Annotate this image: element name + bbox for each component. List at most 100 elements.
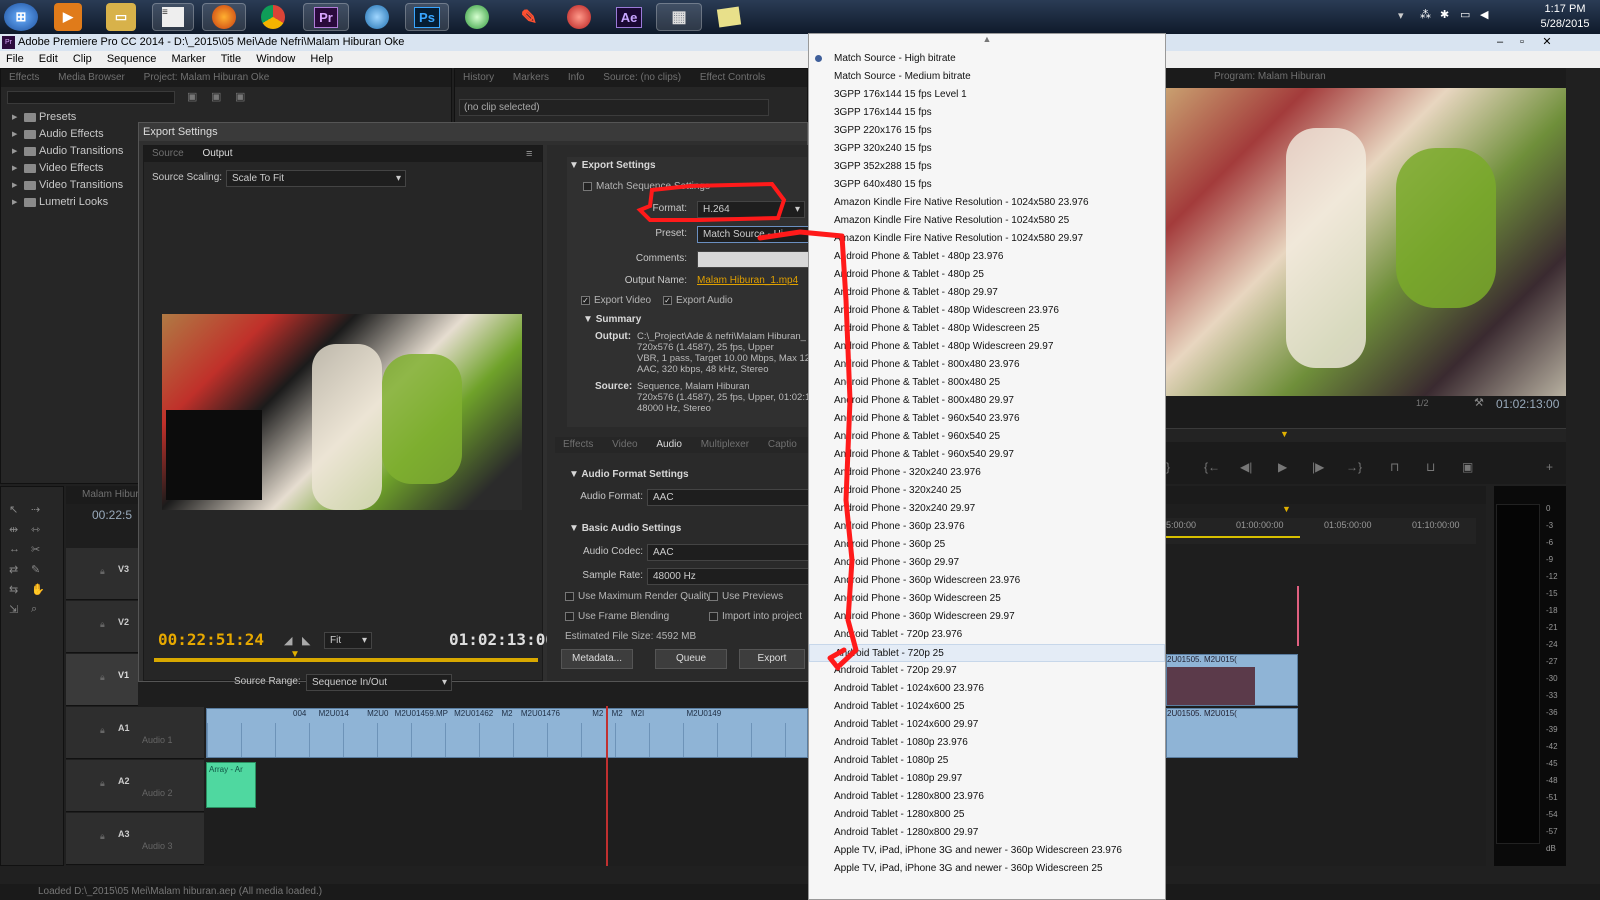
tab-media-browser[interactable]: Media Browser — [58, 72, 125, 83]
menu-sequence[interactable]: Sequence — [107, 53, 157, 65]
slide-icon[interactable]: ⇆ — [9, 583, 18, 596]
a1-right-clips[interactable]: 2U01505. M2U015( — [1166, 708, 1298, 758]
rate-stretch-icon[interactable]: ↔ — [9, 543, 20, 555]
app-red-icon[interactable]: ✎ — [512, 3, 546, 31]
a1-clip-strip[interactable]: 004 M2U014 M2U0 M2U01459.MP M2U01462 M2 … — [206, 708, 808, 758]
bluetooth-icon[interactable]: ✱ — [1440, 8, 1449, 21]
preset-option[interactable]: Android Phone - 360p Widescreen 25 — [809, 590, 1165, 608]
preset-option[interactable]: Android Tablet - 720p 29.97 — [809, 662, 1165, 680]
effects-search-input[interactable] — [7, 91, 175, 104]
track-header-v2[interactable]: 🔒︎ V2 — [66, 601, 138, 653]
preset-option[interactable]: Android Phone & Tablet - 480p 25 — [809, 266, 1165, 284]
slip-icon[interactable]: ⇄ — [9, 563, 18, 576]
track-header-a3[interactable]: 🔒︎ A3 Audio 3 — [66, 813, 204, 865]
fit-select[interactable]: Fit ▾ — [324, 632, 372, 649]
menu-file[interactable]: File — [6, 53, 24, 65]
tab-project[interactable]: Project: Malam Hiburan Oke — [144, 72, 270, 83]
explorer-icon[interactable]: ▭ — [106, 3, 136, 31]
comments-input[interactable] — [697, 251, 809, 268]
lock-icon[interactable]: 🔒︎ — [100, 566, 105, 577]
source-range-select[interactable]: Sequence In/Out ▾ — [306, 674, 452, 691]
monitor-icon[interactable]: ▭ — [1460, 8, 1470, 21]
tab-captions-settings[interactable]: Captio — [768, 439, 797, 450]
network-icon[interactable]: ⁂ — [1420, 8, 1431, 21]
preset-select[interactable]: Match Source - Hi — [697, 226, 809, 243]
preset-option[interactable]: Android Tablet - 1280x800 25 — [809, 806, 1165, 824]
mark-in-icon[interactable]: ◢ — [284, 634, 292, 647]
step-back-icon[interactable]: ◀| — [1240, 460, 1252, 474]
audio-codec-select[interactable]: AAC — [647, 544, 809, 561]
start-orb-icon[interactable]: ⊞ — [4, 3, 38, 31]
preset-option[interactable]: Android Tablet - 1024x600 29.97 — [809, 716, 1165, 734]
a2-audio-clip[interactable]: Array - Ar — [206, 762, 256, 808]
preset-option[interactable]: Android Phone - 320x240 25 — [809, 482, 1165, 500]
export-video-checkbox[interactable]: ✓ Export Video — [581, 295, 651, 306]
tab-markers[interactable]: Markers — [513, 72, 549, 83]
track-header-v3[interactable]: 🔒︎ V3 — [66, 548, 138, 600]
preset-option[interactable]: Android Tablet - 1080p 29.97 — [809, 770, 1165, 788]
preset-option[interactable]: Android Phone - 360p Widescreen 29.97 — [809, 608, 1165, 626]
preset-option[interactable]: Android Tablet - 1024x600 23.976 — [809, 680, 1165, 698]
menu-edit[interactable]: Edit — [39, 53, 58, 65]
source-scaling-select[interactable]: Scale To Fit ▾ — [226, 170, 406, 187]
use-previews-checkbox[interactable]: Use Previews — [709, 591, 783, 602]
preset-option[interactable]: Android Phone & Tablet - 960x540 23.976 — [809, 410, 1165, 428]
preset-option[interactable]: Android Phone & Tablet - 480p Widescreen… — [809, 302, 1165, 320]
preset-option[interactable]: 3GPP 640x480 15 fps — [809, 176, 1165, 194]
playhead-icon[interactable]: ▼ — [1280, 429, 1289, 439]
rolling-edit-icon[interactable]: ⇿ — [31, 523, 40, 536]
lock-icon[interactable]: 🔒︎ — [100, 778, 105, 789]
play-icon[interactable]: ▶ — [1278, 460, 1287, 474]
zoom-icon[interactable]: ⌕ — [31, 603, 37, 616]
minimize-button[interactable]: – — [1490, 34, 1510, 51]
tab-video-settings[interactable]: Video — [612, 439, 637, 450]
preset-option[interactable]: Android Phone - 360p 23.976 — [809, 518, 1165, 536]
globe-icon[interactable] — [360, 3, 394, 31]
yuv-icon[interactable]: ▣ — [235, 90, 245, 103]
step-forward-icon[interactable]: |▶ — [1312, 460, 1324, 474]
go-out-icon[interactable]: →} — [1346, 460, 1362, 474]
tree-item-video-effects[interactable]: Video Effects — [1, 160, 131, 177]
export-range-bar[interactable]: ▼ — [154, 649, 538, 662]
preset-option[interactable]: Android Phone & Tablet - 960x540 25 — [809, 428, 1165, 446]
menu-marker[interactable]: Marker — [171, 53, 205, 65]
tab-history[interactable]: History — [463, 72, 494, 83]
close-button[interactable]: ✕ — [1534, 34, 1560, 51]
lift-icon[interactable]: ⊓ — [1390, 460, 1399, 474]
preset-option[interactable]: Android Phone & Tablet - 800x480 23.976 — [809, 356, 1165, 374]
preset-option[interactable]: Android Phone & Tablet - 480p 29.97 — [809, 284, 1165, 302]
razor-icon[interactable]: ✂ — [31, 543, 40, 556]
preset-option[interactable]: Android Phone - 360p 29.97 — [809, 554, 1165, 572]
preset-option[interactable]: Android Tablet - 1024x600 25 — [809, 698, 1165, 716]
preset-option[interactable]: Amazon Kindle Fire Native Resolution - 1… — [809, 194, 1165, 212]
metadata-button[interactable]: Metadata... — [561, 649, 633, 669]
notes-icon[interactable] — [712, 3, 746, 31]
lock-icon[interactable]: 🔒︎ — [100, 619, 105, 630]
selection-tool-icon[interactable]: ↖ — [9, 503, 18, 516]
tab-export-output[interactable]: Output — [202, 148, 232, 159]
preset-option[interactable]: Android Phone & Tablet - 800x480 29.97 — [809, 392, 1165, 410]
timeline-ruler[interactable]: 5:00:00 01:00:00:00 01:05:00:00 01:10:00… — [1166, 504, 1476, 544]
basic-audio-header[interactable]: ▼ Basic Audio Settings — [569, 523, 681, 534]
add-icon[interactable]: + — [1546, 460, 1553, 474]
preset-option[interactable]: 3GPP 220x176 15 fps — [809, 122, 1165, 140]
export-audio-checkbox[interactable]: ✓ Export Audio — [663, 295, 733, 306]
preset-option[interactable]: Android Tablet - 1280x800 29.97 — [809, 824, 1165, 842]
preset-option[interactable]: 3GPP 320x240 15 fps — [809, 140, 1165, 158]
preset-option[interactable]: Android Phone & Tablet - 480p 23.976 — [809, 248, 1165, 266]
ripple-edit-icon[interactable]: ⇹ — [9, 523, 18, 536]
maps-icon[interactable] — [460, 3, 494, 31]
preset-option[interactable]: 3GPP 176x144 15 fps Level 1 — [809, 86, 1165, 104]
track-icon[interactable]: ⇲ — [9, 603, 18, 616]
tab-info[interactable]: Info — [568, 72, 585, 83]
panel-menu-icon[interactable]: ≡ — [526, 148, 532, 160]
output-name-link[interactable]: Malam Hiburan_1.mp4 — [697, 275, 798, 286]
new-bin-icon[interactable]: ▣ — [187, 90, 197, 103]
maximize-button[interactable]: ▫ — [1512, 34, 1532, 51]
chevron-up-icon[interactable]: ▾ — [1398, 9, 1404, 22]
summary-header[interactable]: ▼ Summary — [583, 314, 641, 325]
menu-clip[interactable]: Clip — [73, 53, 92, 65]
tree-item-audio-transitions[interactable]: Audio Transitions — [1, 143, 131, 160]
tab-effects-settings[interactable]: Effects — [563, 439, 593, 450]
tab-effects[interactable]: Effects — [9, 72, 39, 83]
